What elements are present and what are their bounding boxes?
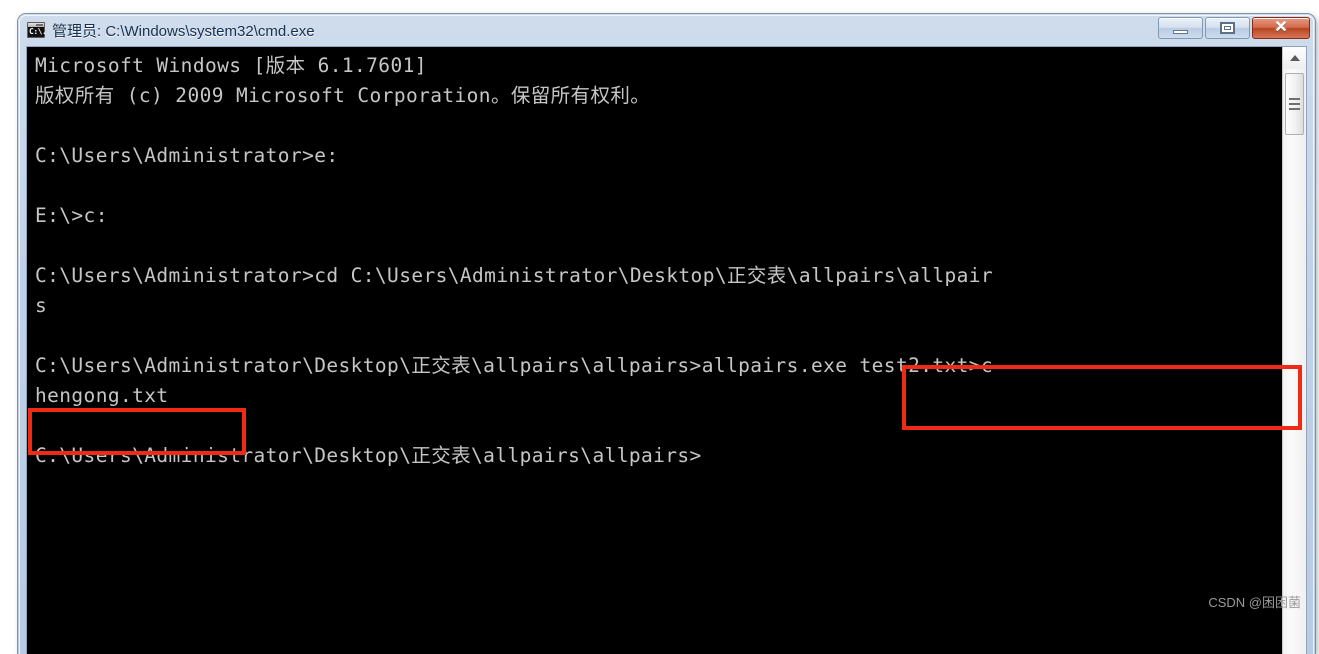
cmd-console-icon: C:\. — [27, 22, 47, 38]
scrollbar-grip-line — [1289, 108, 1300, 110]
chevron-up-icon — [1289, 55, 1300, 61]
close-button[interactable]: ✕ — [1252, 17, 1310, 39]
console-line: C:\Users\Administrator\Desktop\正交表\allpa… — [35, 444, 702, 467]
maximize-icon — [1220, 22, 1235, 34]
window-title: 管理员: C:\Windows\system32\cmd.exe — [52, 22, 315, 40]
scrollbar-thumb[interactable] — [1285, 73, 1304, 135]
console-line: C:\Users\Administrator>cd C:\Users\Admin… — [35, 264, 994, 287]
scrollbar-grip-line — [1289, 103, 1300, 105]
window-title-bar[interactable]: C:\. 管理员: C:\Windows\system32\cmd.exe ✕ — [18, 14, 1315, 46]
minimize-icon — [1173, 29, 1188, 34]
console-line: C:\Users\Administrator>e: — [35, 144, 339, 167]
console-client-area[interactable]: Microsoft Windows [版本 6.1.7601] 版权所有 (c) … — [26, 46, 1307, 654]
scrollbar-grip-line — [1289, 98, 1300, 100]
console-line: E:\>c: — [35, 204, 108, 227]
console-output: Microsoft Windows [版本 6.1.7601] 版权所有 (c) … — [35, 51, 1274, 561]
console-line: s — [35, 294, 48, 317]
close-icon: ✕ — [1274, 19, 1288, 36]
maximize-button[interactable] — [1205, 17, 1250, 39]
console-line: 版权所有 (c) 2009 Microsoft Corporation。保留所有… — [35, 84, 651, 107]
console-line: C:\Users\Administrator\Desktop\正交表\allpa… — [35, 354, 994, 377]
console-line: hengong.txt — [35, 384, 169, 407]
window-controls: ✕ — [1158, 17, 1310, 39]
console-scrollbar[interactable] — [1282, 47, 1306, 654]
command-prompt-window[interactable]: C:\. 管理员: C:\Windows\system32\cmd.exe ✕ … — [18, 14, 1315, 654]
screenshot-root: C:\. 管理员: C:\Windows\system32\cmd.exe ✕ … — [0, 0, 1319, 654]
minimize-button[interactable] — [1158, 17, 1203, 39]
cmd-icon-prompt-text: C:\. — [29, 27, 47, 36]
console-line: Microsoft Windows [版本 6.1.7601] — [35, 54, 427, 77]
scrollbar-up-button[interactable] — [1283, 47, 1306, 69]
csdn-watermark: CSDN @困困菌 — [1208, 595, 1301, 610]
